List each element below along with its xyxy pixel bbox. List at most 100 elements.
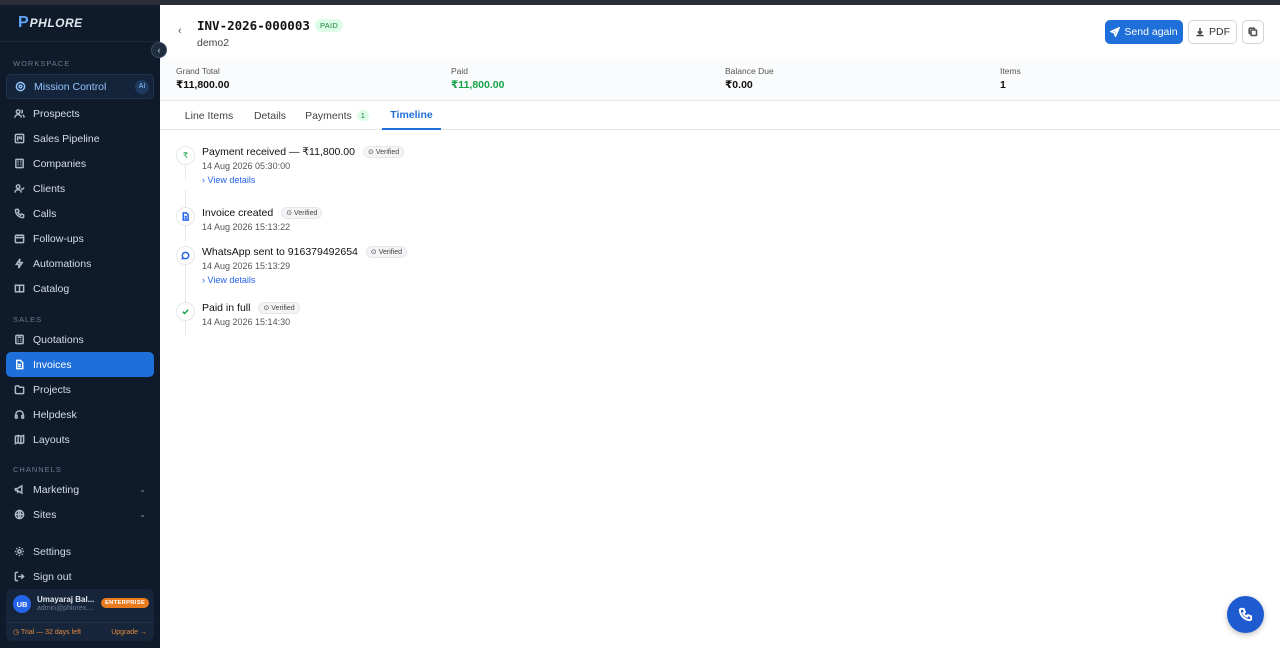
event-time: 14 Aug 2026 15:13:22	[202, 222, 291, 232]
sidebar-item-clients[interactable]: Clients	[6, 176, 154, 201]
view-details-link[interactable]: › View details	[202, 175, 255, 185]
sidebar-item-projects[interactable]: Projects	[6, 377, 154, 402]
event-title: Invoice created ⊙ Verified	[202, 207, 323, 219]
ai-badge: AI	[135, 79, 149, 94]
event-title: WhatsApp sent to 916379492654 ⊙ Verified	[202, 246, 408, 258]
sidebar-item-mission-control[interactable]: Mission Control AI	[6, 74, 154, 99]
summary-grand-total: Grand Total ₹11,800.00	[176, 66, 229, 91]
tab-payments[interactable]: Payments 1	[304, 101, 370, 130]
sidebar-item-sales-pipeline[interactable]: Sales Pipeline	[6, 126, 154, 151]
tab-details[interactable]: Details	[250, 101, 290, 130]
invoice-number: INV-2026-000003	[197, 18, 310, 33]
book-icon	[13, 283, 25, 295]
sidebar-item-label: Projects	[33, 383, 71, 396]
calendar-icon	[13, 233, 25, 245]
verified-badge: ⊙ Verified	[281, 207, 323, 219]
chat-icon	[176, 246, 195, 265]
sidebar-item-label: Invoices	[33, 358, 72, 371]
sidebar-item-calls[interactable]: Calls	[6, 201, 154, 226]
sidebar-item-label: Calls	[33, 207, 57, 220]
kanban-icon	[13, 133, 25, 145]
send-again-button[interactable]: Send again	[1105, 20, 1183, 44]
copy-button[interactable]	[1242, 20, 1264, 44]
user-name: Umayaraj Bal...	[37, 595, 95, 604]
file-text-icon	[13, 359, 25, 371]
sidebar-item-label: Clients	[33, 182, 66, 195]
sidebar-item-follow-ups[interactable]: Follow-ups	[6, 226, 154, 251]
collapse-sidebar-button[interactable]: ‹	[151, 42, 167, 58]
user-check-icon	[13, 183, 25, 195]
summary-items: Items 1	[1000, 66, 1021, 91]
timeline-connector	[185, 164, 186, 180]
event-title-text: WhatsApp sent to 916379492654	[202, 246, 358, 258]
logout-icon	[13, 571, 25, 583]
check-icon	[176, 302, 195, 321]
event-time: 14 Aug 2026 05:30:00	[202, 161, 291, 171]
logo-mark-icon: P	[18, 14, 29, 31]
brand-logo[interactable]: P PHLORE	[0, 5, 160, 42]
sidebar-item-label: Marketing	[33, 483, 80, 496]
event-title-text: Invoice created	[202, 207, 274, 219]
summary-paid: Paid ₹11,800.00	[451, 66, 504, 91]
sidebar-item-automations[interactable]: Automations	[6, 251, 154, 276]
summary-value: ₹11,800.00	[176, 79, 230, 91]
phone-icon	[13, 208, 25, 220]
headphones-icon	[13, 409, 25, 421]
sidebar-item-label: Helpdesk	[33, 408, 77, 421]
sidebar-item-settings[interactable]: Settings	[6, 539, 154, 564]
summary-label: Grand Total	[176, 66, 220, 76]
sidebar-item-helpdesk[interactable]: Helpdesk	[6, 402, 154, 427]
verified-text: Verified	[375, 149, 400, 156]
call-fab-button[interactable]	[1227, 596, 1264, 633]
send-again-label: Send again	[1124, 26, 1178, 38]
tab-timeline[interactable]: Timeline	[382, 101, 441, 130]
sidebar-item-marketing[interactable]: Marketing ⌄	[6, 477, 154, 502]
rupee-icon: ₹	[176, 146, 195, 165]
tab-line-items[interactable]: Line Items	[176, 101, 242, 130]
globe-icon	[13, 509, 25, 521]
user-email: admin@phlorex....	[37, 605, 94, 612]
summary-label: Items	[1000, 66, 1021, 76]
verified-badge: ⊙ Verified	[363, 146, 405, 158]
invoice-header: ‹ INV-2026-000003 PAID demo2 Send again …	[160, 5, 1280, 57]
client-name: demo2	[197, 37, 230, 49]
chevron-left-icon: ‹	[178, 25, 182, 37]
summary-value: ₹0.00	[725, 79, 753, 91]
main-content: ‹ INV-2026-000003 PAID demo2 Send again …	[160, 5, 1280, 648]
section-label-channels: CHANNELS	[13, 465, 62, 474]
copy-icon	[1248, 27, 1258, 37]
sidebar-item-invoices[interactable]: Invoices	[6, 352, 154, 377]
trial-row: ◷ Trial — 32 days left Upgrade →	[6, 622, 154, 641]
sidebar-item-companies[interactable]: Companies	[6, 151, 154, 176]
target-icon	[14, 81, 26, 93]
bolt-icon	[13, 258, 25, 270]
sidebar-item-label: Automations	[33, 257, 92, 270]
sidebar-item-catalog[interactable]: Catalog	[6, 276, 154, 301]
calculator-icon	[13, 334, 25, 346]
building-icon	[13, 158, 25, 170]
sidebar-item-label: Companies	[33, 157, 87, 170]
event-title: Payment received — ₹11,800.00 ⊙ Verified	[202, 146, 405, 158]
sidebar-item-layouts[interactable]: Layouts	[6, 427, 154, 452]
user-card[interactable]: UB Umayaraj Bal... admin@phlorex.... ENT…	[6, 589, 154, 641]
pdf-label: PDF	[1209, 26, 1230, 38]
view-details-link[interactable]: › View details	[202, 275, 255, 285]
sidebar-item-label: Sales Pipeline	[33, 132, 100, 145]
sidebar-item-label: Sign out	[33, 570, 72, 583]
tab-bar: Line Items Details Payments 1 Timeline	[160, 101, 1280, 130]
sidebar: P PHLORE WORKSPACE Mission Control AI Pr…	[0, 5, 160, 648]
event-title-text: Payment received — ₹11,800.00	[202, 146, 355, 158]
back-button[interactable]: ‹	[178, 25, 182, 37]
users-icon	[13, 108, 25, 120]
verified-badge: ⊙ Verified	[258, 302, 300, 314]
sidebar-item-sign-out[interactable]: Sign out	[6, 564, 154, 589]
upgrade-link[interactable]: Upgrade →	[111, 629, 147, 636]
summary-value: 1	[1000, 79, 1006, 91]
sidebar-item-sites[interactable]: Sites ⌄	[6, 502, 154, 527]
section-label-sales: SALES	[13, 315, 43, 324]
event-title-text: Paid in full	[202, 302, 251, 314]
sidebar-item-prospects[interactable]: Prospects	[6, 101, 154, 126]
sidebar-item-quotations[interactable]: Quotations	[6, 327, 154, 352]
pdf-button[interactable]: PDF	[1188, 20, 1237, 44]
sidebar-item-label: Follow-ups	[33, 232, 84, 245]
